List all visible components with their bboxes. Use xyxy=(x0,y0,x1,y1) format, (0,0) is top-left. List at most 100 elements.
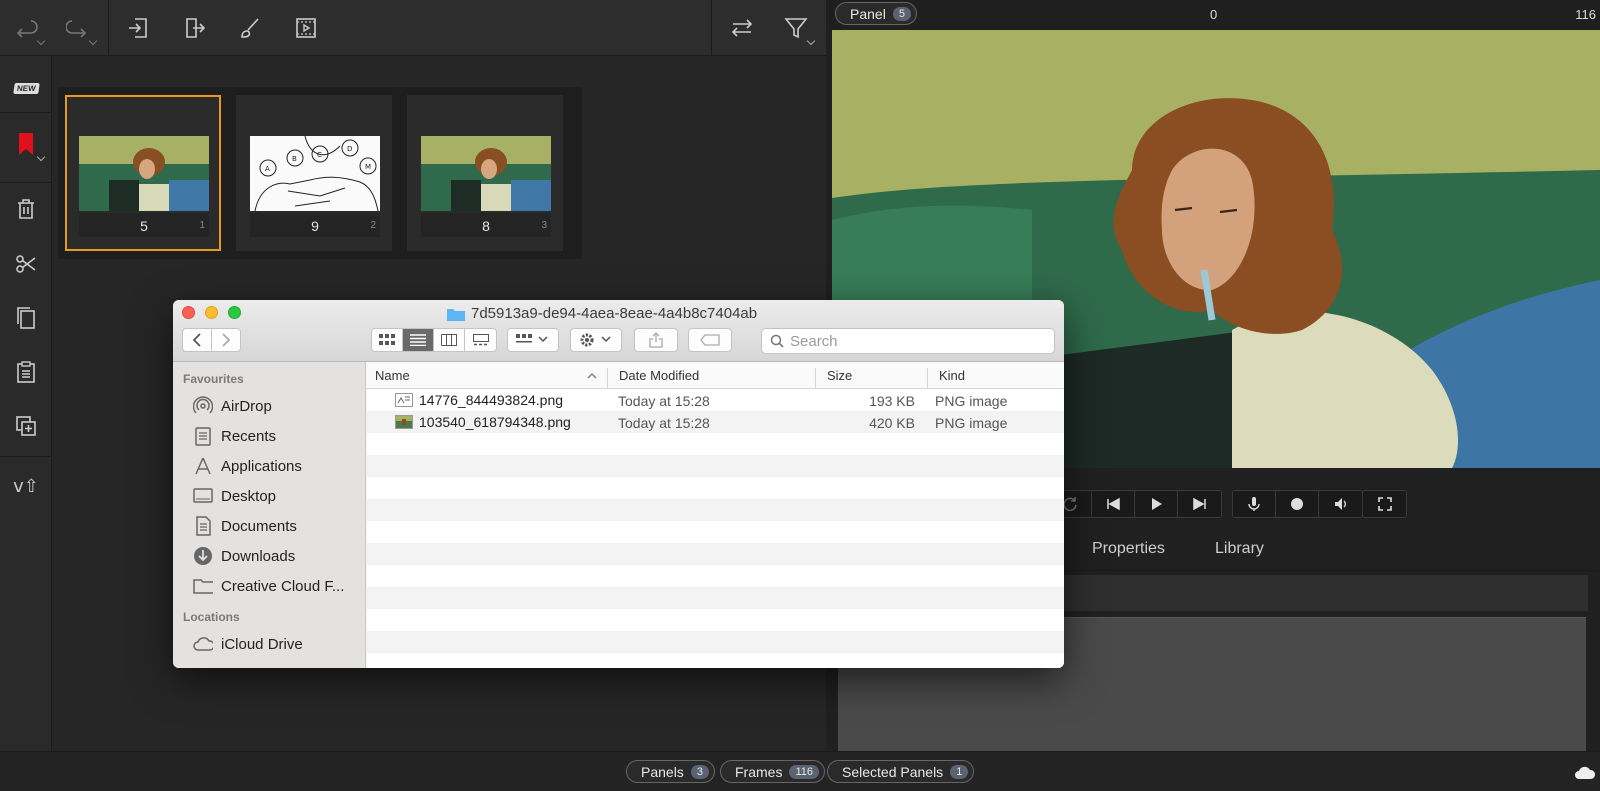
frames-count-pill[interactable]: Frames 116 xyxy=(720,760,825,783)
search-input[interactable] xyxy=(790,332,1040,350)
swap-icon xyxy=(731,19,753,37)
duplicate-icon xyxy=(16,416,36,436)
file-row[interactable]: 14776_844493824.png Today at 15:28 193 K… xyxy=(367,389,1064,411)
column-size[interactable]: Size xyxy=(827,368,852,383)
file-kind: PNG image xyxy=(935,393,1008,409)
grid-icon xyxy=(379,334,395,345)
icon-view-button[interactable] xyxy=(372,329,403,351)
sidebar-item-applications[interactable]: Applications xyxy=(193,454,302,478)
frames-label: Frames xyxy=(735,763,783,780)
action-button[interactable] xyxy=(570,328,622,352)
paste-icon xyxy=(17,361,35,383)
filter-button[interactable] xyxy=(776,8,816,48)
panel-index: 3 xyxy=(541,220,547,231)
sidebar-item-icloud-drive[interactable]: iCloud Drive xyxy=(193,632,303,656)
frame-start: 0 xyxy=(1210,7,1218,22)
sidebar-item-label: Documents xyxy=(221,517,297,535)
file-name: 14776_844493824.png xyxy=(419,392,564,408)
mic-button[interactable] xyxy=(1233,491,1276,517)
forward-button[interactable] xyxy=(211,328,241,352)
svg-text:A: A xyxy=(265,165,270,173)
sidebar-item-airdrop[interactable]: AirDrop xyxy=(193,394,272,418)
redo-button[interactable] xyxy=(58,8,98,48)
close-button[interactable] xyxy=(182,306,195,319)
tab-properties[interactable]: Properties xyxy=(1092,540,1165,558)
minimize-button[interactable] xyxy=(205,306,218,319)
svg-text:M: M xyxy=(365,163,371,171)
panel-number: 8 xyxy=(482,218,490,234)
volume-button[interactable] xyxy=(1319,491,1362,517)
folder-icon xyxy=(447,308,465,321)
panel-indicator[interactable]: Panel 5 xyxy=(835,2,917,25)
sidebar-item-desktop[interactable]: Desktop xyxy=(193,484,276,508)
group-icon xyxy=(516,334,548,343)
record-icon xyxy=(1291,498,1303,510)
audio-group xyxy=(1232,490,1363,518)
panels-count-pill[interactable]: Panels 3 xyxy=(626,760,715,783)
folder-icon xyxy=(193,579,213,594)
bookmark-button[interactable] xyxy=(6,124,46,164)
file-size: 193 KB xyxy=(869,393,915,409)
sidebar-item-downloads[interactable]: Downloads xyxy=(193,544,295,568)
columns-icon xyxy=(441,334,457,346)
file-row[interactable]: 103540_618794348.png Today at 15:28 420 … xyxy=(367,411,1064,433)
bookmark-icon xyxy=(19,133,33,155)
column-name[interactable]: Name xyxy=(375,368,410,383)
panels-count: 3 xyxy=(690,764,709,779)
scissors-icon xyxy=(16,255,36,273)
svg-text:C: C xyxy=(317,151,322,159)
skip-back-button[interactable] xyxy=(1092,491,1135,517)
list-view-button[interactable] xyxy=(403,329,434,351)
selected-panels-pill[interactable]: Selected Panels 1 xyxy=(827,760,975,783)
record-button[interactable] xyxy=(1276,491,1319,517)
sidebar-item-label: Applications xyxy=(221,457,302,475)
swap-button[interactable] xyxy=(722,8,762,48)
delete-button[interactable] xyxy=(6,189,46,229)
tab-library[interactable]: Library xyxy=(1215,540,1264,558)
import-button[interactable] xyxy=(118,8,158,48)
share-button[interactable] xyxy=(634,328,678,352)
export-button[interactable] xyxy=(175,8,215,48)
group-button[interactable] xyxy=(507,328,559,352)
gallery-icon xyxy=(472,334,489,346)
play-icon xyxy=(1152,498,1162,510)
file-kind: PNG image xyxy=(935,415,1008,431)
column-view-button[interactable] xyxy=(434,329,465,351)
zoom-button[interactable] xyxy=(228,306,241,319)
panels-label: Panels xyxy=(641,763,684,780)
sidebar-item-documents[interactable]: Documents xyxy=(193,514,297,538)
back-button[interactable] xyxy=(182,328,212,352)
skip-back-icon xyxy=(1107,497,1120,511)
storyboard-play-icon xyxy=(296,18,316,38)
recents-icon xyxy=(195,427,211,446)
duplicate-button[interactable] xyxy=(6,406,46,446)
play-button[interactable] xyxy=(1135,491,1178,517)
locations-header: Locations xyxy=(183,610,240,624)
column-date-modified[interactable]: Date Modified xyxy=(619,368,699,383)
sidebar-item-recents[interactable]: Recents xyxy=(193,424,276,448)
panel-thumbnail-5[interactable]: 51 xyxy=(65,95,221,251)
cut-button[interactable] xyxy=(6,244,46,284)
panel-thumbnail-9[interactable]: A B C D M 9 2 xyxy=(236,95,392,251)
undo-button[interactable] xyxy=(6,8,46,48)
left-tool-rail: NEW v⇧ xyxy=(0,56,52,751)
new-panel-button[interactable]: NEW xyxy=(6,68,46,108)
skip-forward-button[interactable] xyxy=(1178,491,1221,517)
gallery-view-button[interactable] xyxy=(465,329,496,351)
panel-label: Panel xyxy=(850,5,886,22)
fullscreen-button[interactable] xyxy=(1363,491,1406,517)
copy-button[interactable] xyxy=(6,298,46,338)
downloads-icon xyxy=(194,547,212,565)
sidebar-item-creative-cloud[interactable]: Creative Cloud F... xyxy=(193,574,344,598)
cloud-sync-icon[interactable] xyxy=(1574,764,1596,780)
version-up-button[interactable]: v⇧ xyxy=(6,466,46,506)
panel-index: 1 xyxy=(199,220,205,231)
storyboard-play-button[interactable] xyxy=(286,8,326,48)
brush-button[interactable] xyxy=(230,8,270,48)
column-kind[interactable]: Kind xyxy=(939,368,965,383)
panel-thumbnail-8[interactable]: 83 xyxy=(407,95,563,251)
paste-button[interactable] xyxy=(6,352,46,392)
tag-button[interactable] xyxy=(688,328,732,352)
search-field[interactable] xyxy=(761,328,1055,354)
view-mode-segment xyxy=(371,328,497,352)
